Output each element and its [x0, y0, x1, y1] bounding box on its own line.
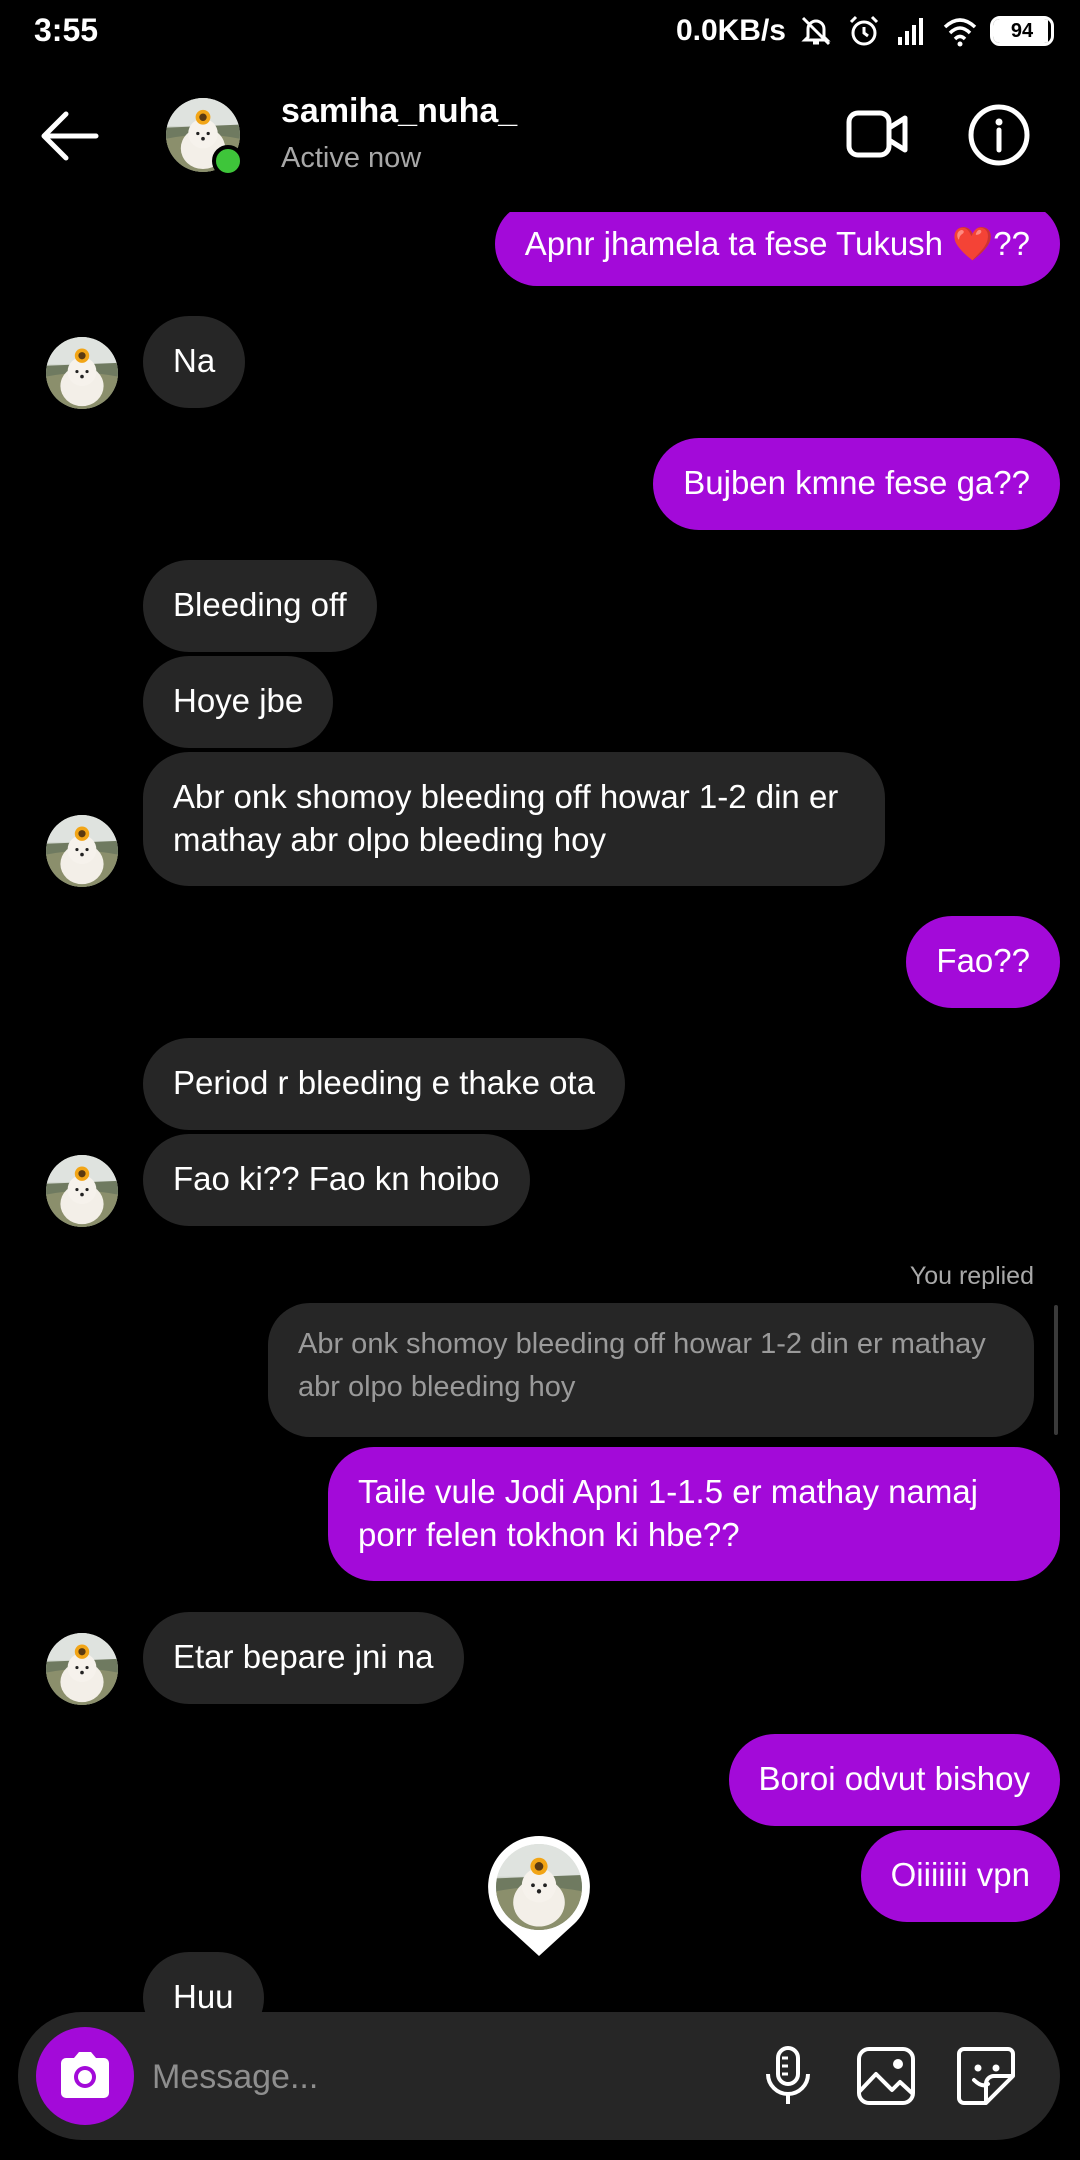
back-arrow-icon[interactable]	[36, 106, 104, 166]
chat-header: samiha_nuha_ Active now	[0, 62, 1080, 212]
message-bubble-outgoing[interactable]: Oiiiiiii vpn	[860, 1830, 1060, 1922]
info-icon[interactable]	[966, 102, 1032, 168]
sender-avatar[interactable]	[46, 815, 118, 887]
message-bubble-incoming[interactable]: Na	[143, 316, 246, 408]
sender-avatar[interactable]	[46, 1155, 118, 1227]
sender-avatar[interactable]	[46, 1633, 118, 1705]
sender-avatar[interactable]	[46, 337, 118, 409]
message-input[interactable]	[150, 2048, 714, 2106]
sticker-icon[interactable]	[954, 2044, 1018, 2108]
message-thread[interactable]: Apnr jhamela ta fese Tukush ❤️?? Na Bujb…	[0, 0, 1080, 2044]
camera-icon	[61, 2052, 109, 2098]
camera-button[interactable]	[36, 2027, 134, 2125]
message-composer	[18, 2012, 1060, 2140]
message-bubble-outgoing[interactable]: Apnr jhamela ta fese Tukush ❤️??	[494, 202, 1060, 286]
video-call-icon[interactable]	[846, 108, 908, 160]
message-bubble-incoming[interactable]: Etar bepare jni na	[143, 1612, 464, 1704]
message-bubble-outgoing[interactable]: Bujben kmne fese ga??	[653, 438, 1060, 530]
microphone-icon[interactable]	[756, 2044, 820, 2108]
message-bubble-incoming[interactable]: Abr onk shomoy bleeding off howar 1-2 di…	[143, 752, 885, 886]
online-indicator	[212, 145, 244, 177]
username[interactable]: samiha_nuha_	[281, 92, 517, 131]
gallery-icon[interactable]	[854, 2044, 918, 2108]
message-bubble-incoming[interactable]: Bleeding off	[143, 560, 377, 652]
message-bubble-outgoing[interactable]: Taile vule Jodi Apni 1-1.5 er mathay nam…	[328, 1447, 1060, 1581]
reply-quote[interactable]: Abr onk shomoy bleeding off howar 1-2 di…	[268, 1303, 1034, 1437]
message-bubble-incoming[interactable]: Hoye jbe	[143, 656, 334, 748]
reply-scroll-indicator	[1054, 1305, 1058, 1435]
message-bubble-outgoing[interactable]: Fao??	[906, 916, 1060, 1008]
message-bubble-incoming[interactable]: Period r bleeding e thake ota	[143, 1038, 625, 1130]
active-status: Active now	[281, 142, 422, 174]
seen-indicator-avatar	[488, 1836, 590, 1956]
message-bubble-incoming[interactable]: Fao ki?? Fao kn hoibo	[143, 1134, 530, 1226]
replied-label: You replied	[909, 1262, 1034, 1290]
message-bubble-outgoing[interactable]: Boroi odvut bishoy	[728, 1734, 1060, 1826]
